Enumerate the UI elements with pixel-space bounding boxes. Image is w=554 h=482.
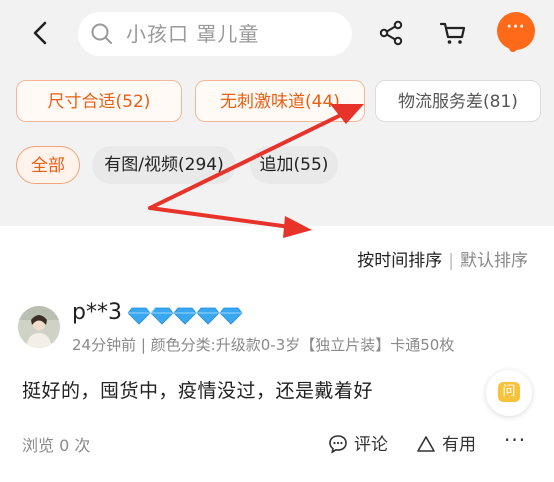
- useful-button[interactable]: 有用: [416, 430, 476, 455]
- question-icon: 问: [498, 382, 520, 402]
- review-card: 按时间排序 | 默认排序 p**3 24分钟前 | 颜色分类:升级款0-3岁【独立片…: [0, 226, 554, 482]
- filter-pill-all[interactable]: 全部: [16, 146, 80, 184]
- search-icon: [91, 23, 112, 44]
- avatar-person-icon: [18, 306, 60, 348]
- sort-options: 按时间排序 | 默认排序: [357, 246, 528, 271]
- view-count: 浏览 0 次: [22, 436, 91, 455]
- top-bar: 小孩口 罩儿童 ···: [0, 0, 554, 70]
- more-options-icon[interactable]: ···: [504, 428, 526, 452]
- thumbs-up-triangle-icon: [417, 436, 435, 452]
- filter-pill-photo-video[interactable]: 有图/视频(294): [92, 146, 236, 184]
- filter-tag-size-fits[interactable]: 尺寸合适(52): [16, 80, 182, 122]
- filter-pill-followup[interactable]: 追加(55): [250, 146, 338, 184]
- member-level-diamonds-icon: [128, 307, 243, 325]
- message-dot-badge: [509, 44, 517, 52]
- back-arrow-icon[interactable]: [26, 18, 56, 48]
- search-bar[interactable]: 小孩口 罩儿童: [78, 12, 352, 56]
- filter-tag-poor-logistics[interactable]: 物流服务差(81): [375, 80, 541, 122]
- avatar[interactable]: [18, 306, 60, 348]
- cart-icon[interactable]: [438, 18, 468, 48]
- share-icon[interactable]: [376, 18, 406, 48]
- comment-label: 评论: [354, 435, 388, 455]
- review-text: 挺好的，囤货中，疫情没过，还是戴着好: [22, 380, 374, 402]
- useful-label: 有用: [442, 435, 476, 455]
- comment-button[interactable]: 评论: [328, 430, 388, 455]
- more-menu-button[interactable]: ···: [497, 12, 535, 50]
- arrow-line-lower: [148, 206, 292, 229]
- sort-by-time[interactable]: 按时间排序: [357, 251, 442, 271]
- reviewer-username: p**3: [72, 300, 122, 325]
- review-meta: 24分钟前 | 颜色分类:升级款0-3岁【独立片装】卡通50枚: [72, 336, 455, 354]
- filter-tag-no-irritating-smell[interactable]: 无刺激味道(44): [195, 80, 365, 122]
- sort-default[interactable]: 默认排序: [460, 251, 528, 271]
- more-dots-icon: ···: [506, 19, 526, 35]
- comment-icon: [329, 435, 347, 454]
- search-placeholder: 小孩口 罩儿童: [126, 22, 260, 46]
- review-filters: 尺寸合适(52) 无刺激味道(44) 物流服务差(81) 全部 有图/视频(29…: [0, 70, 554, 208]
- ask-question-button[interactable]: 问: [486, 370, 532, 416]
- sort-separator: |: [448, 251, 454, 271]
